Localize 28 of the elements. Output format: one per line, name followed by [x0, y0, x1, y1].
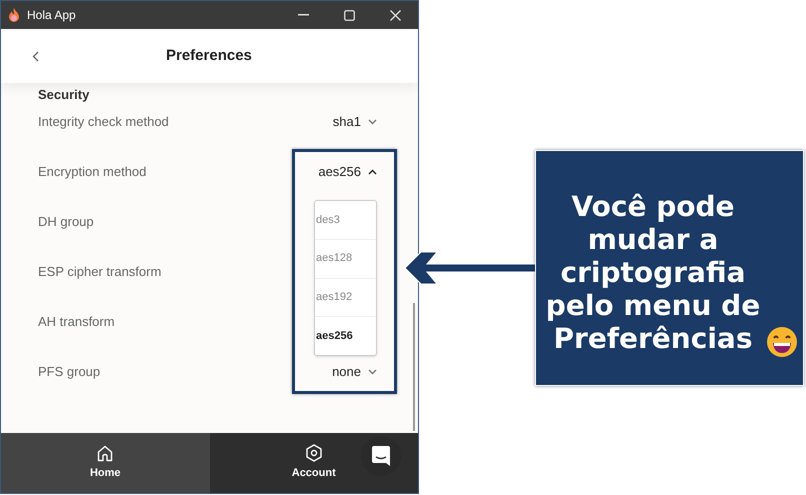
setting-label: ESP cipher transform — [38, 263, 162, 282]
value-dropdown[interactable]: aes256 — [318, 162, 377, 182]
setting-label: AH transform — [38, 313, 115, 332]
setting-label: PFS group — [38, 363, 100, 382]
back-icon — [32, 50, 38, 62]
chat-icon — [372, 446, 390, 466]
flame-icon — [7, 7, 21, 23]
home-icon — [97, 444, 114, 462]
callout-text: Você pode mudar a criptografia pelo menu de Preferências — [544, 190, 762, 354]
close-icon — [390, 10, 400, 20]
minimize-icon — [298, 14, 308, 16]
nav-tab[interactable]: Home — [1, 433, 210, 493]
setting-label: Encryption method — [38, 163, 146, 182]
window-title: Hola App — [27, 7, 76, 24]
dropdown-option[interactable]: aes192 — [315, 278, 376, 318]
setting-label: DH group — [38, 213, 94, 232]
nav-tab[interactable]: Account — [210, 433, 418, 493]
value-dropdown[interactable]: none — [332, 362, 377, 382]
section-title: Security — [38, 88, 90, 102]
hexagon-settings-icon — [306, 444, 322, 462]
maximize-icon — [344, 10, 354, 20]
dropdown-option[interactable]: des3 — [315, 201, 376, 240]
value-dropdown[interactable]: sha1 — [332, 112, 377, 132]
dropdown-option[interactable]: aes128 — [315, 240, 376, 278]
grinning-face-icon — [766, 326, 798, 358]
page-title: Preferences — [166, 46, 252, 66]
setting-label: Integrity check method — [38, 113, 169, 132]
dropdown-option[interactable]: aes256 — [315, 317, 376, 355]
